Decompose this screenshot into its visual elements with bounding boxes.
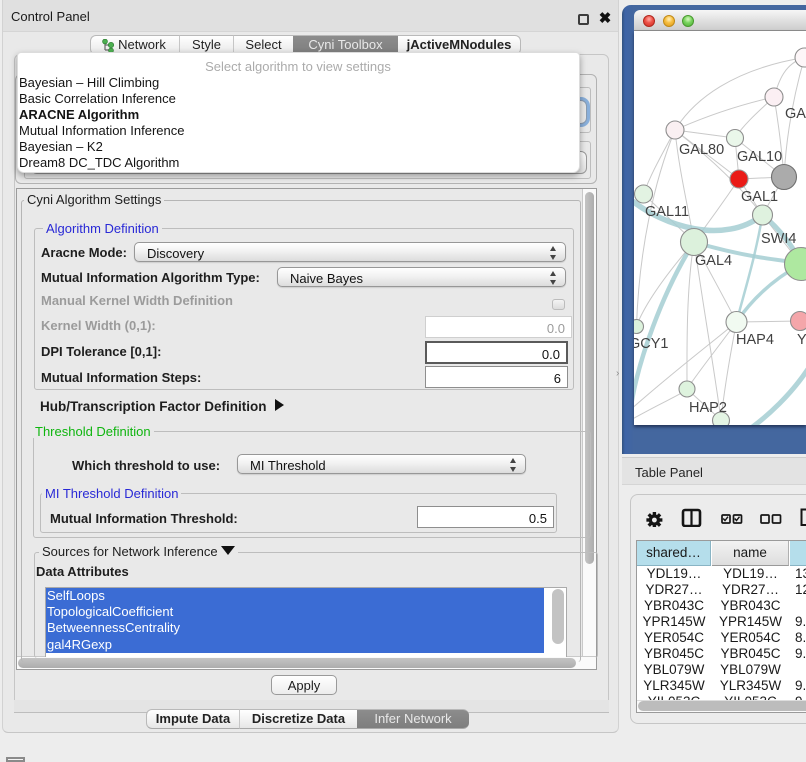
svg-text:GCY1: GCY1 xyxy=(634,336,669,352)
svg-text:Y: Y xyxy=(797,332,806,348)
svg-text:GAL11: GAL11 xyxy=(645,204,689,220)
svg-text:GAL4: GAL4 xyxy=(695,253,732,269)
svg-text:GAL2: GAL2 xyxy=(785,106,806,122)
svg-text:SWI4: SWI4 xyxy=(761,231,796,247)
svg-text:HAP4: HAP4 xyxy=(736,332,774,348)
svg-text:GAL10: GAL10 xyxy=(737,149,782,165)
svg-text:HAP2: HAP2 xyxy=(689,400,727,416)
svg-text:GAL1: GAL1 xyxy=(741,189,778,205)
svg-text:GAL80: GAL80 xyxy=(679,142,724,158)
